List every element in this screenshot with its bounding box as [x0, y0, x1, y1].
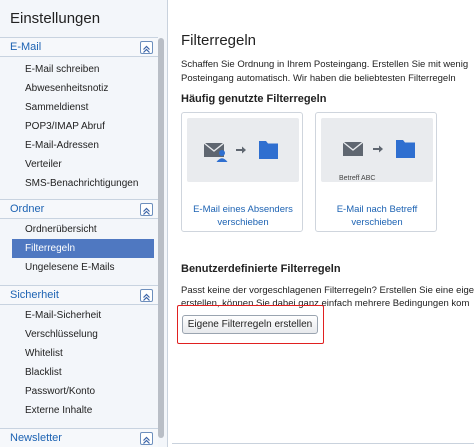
- main-panel: Filterregeln Schaffen Sie Ordnung in Ihr…: [172, 0, 474, 447]
- card-illustration: Betreff ABC: [321, 118, 433, 182]
- card-illustration: [187, 118, 299, 182]
- create-custom-rule-button[interactable]: Eigene Filterregeln erstellen: [182, 315, 318, 334]
- envelope-icon: [342, 141, 364, 156]
- sidebar-item-whitelist[interactable]: Whitelist: [12, 344, 154, 363]
- sidebar-item-verschluesselung[interactable]: Verschlüsselung: [12, 325, 154, 344]
- section-header-email[interactable]: E-Mail: [0, 37, 158, 57]
- settings-sidebar: Einstellungen E-Mail E-Mail schreiben Ab…: [0, 0, 168, 447]
- sidebar-item-ungelesene[interactable]: Ungelesene E-Mails: [12, 258, 154, 277]
- sidebar-item-email-sicherheit[interactable]: E-Mail-Sicherheit: [12, 306, 154, 325]
- page-title: Filterregeln: [181, 32, 257, 49]
- chevron-up-double-icon[interactable]: [140, 432, 153, 445]
- chevron-up-double-icon[interactable]: [140, 203, 153, 216]
- sidebar-item-passwort-konto[interactable]: Passwort/Konto: [12, 382, 154, 401]
- section-label-email: E-Mail: [10, 41, 42, 53]
- sidebar-item-blacklist[interactable]: Blacklist: [12, 363, 154, 382]
- intro-line: Schaffen Sie Ordnung in Ihrem Posteingan…: [181, 59, 469, 70]
- chevron-up-double-icon[interactable]: [140, 289, 153, 302]
- sidebar-item-ordneruebersicht[interactable]: Ordnerübersicht: [12, 220, 154, 239]
- common-rules-title: Häufig genutzte Filterregeln: [181, 93, 327, 105]
- sidebar-title: Einstellungen: [10, 10, 101, 27]
- card-label-sender[interactable]: E-Mail eines Absenders verschieben: [182, 203, 304, 229]
- custom-line: Passt keine der vorgeschlagenen Filterre…: [181, 285, 474, 296]
- sidebar-item-filterregeln[interactable]: Filterregeln: [12, 239, 154, 258]
- sidebar-item-email-adressen[interactable]: E-Mail-Adressen: [12, 136, 154, 155]
- sidebar-item-email-schreiben[interactable]: E-Mail schreiben: [12, 60, 154, 79]
- intro-text: Schaffen Sie Ordnung in Ihrem Posteingan…: [181, 58, 474, 86]
- sidebar-item-pop3-imap[interactable]: POP3/IMAP Abruf: [12, 117, 154, 136]
- sidebar-item-sms[interactable]: SMS-Benachrichtigungen: [12, 174, 154, 193]
- section-label-newsletter: Newsletter: [10, 432, 62, 444]
- folder-icon: [396, 140, 415, 158]
- sidebar-item-abwesenheitsnotiz[interactable]: Abwesenheitsnotiz: [12, 79, 154, 98]
- card-label-subject[interactable]: E-Mail nach Betreff verschieben: [316, 203, 438, 229]
- folder-icon: [259, 141, 278, 159]
- sidebar-item-externe-inhalte[interactable]: Externe Inhalte: [12, 401, 154, 420]
- rule-card-subject[interactable]: Betreff ABC E-Mail nach Betreff verschie…: [315, 112, 437, 232]
- arrow-right-icon: [373, 145, 383, 153]
- section-label-ordner: Ordner: [10, 203, 45, 215]
- subject-sample-label: Betreff ABC: [339, 175, 376, 182]
- sidebar-item-sammeldienst[interactable]: Sammeldienst: [12, 98, 154, 117]
- custom-rules-title: Benutzerdefinierte Filterregeln: [181, 263, 341, 275]
- section-header-ordner[interactable]: Ordner: [0, 199, 158, 219]
- intro-line: Posteingang automatisch. Wir haben die b…: [181, 73, 456, 84]
- rule-card-sender[interactable]: E-Mail eines Absenders verschieben: [181, 112, 303, 232]
- divider: [172, 443, 474, 444]
- sidebar-scrollbar[interactable]: [158, 38, 164, 438]
- section-header-newsletter[interactable]: Newsletter: [0, 428, 158, 447]
- arrow-right-icon: [236, 146, 246, 154]
- chevron-up-double-icon[interactable]: [140, 41, 153, 54]
- sidebar-item-verteiler[interactable]: Verteiler: [12, 155, 154, 174]
- section-header-sicherheit[interactable]: Sicherheit: [0, 285, 158, 305]
- section-label-sicherheit: Sicherheit: [10, 289, 59, 301]
